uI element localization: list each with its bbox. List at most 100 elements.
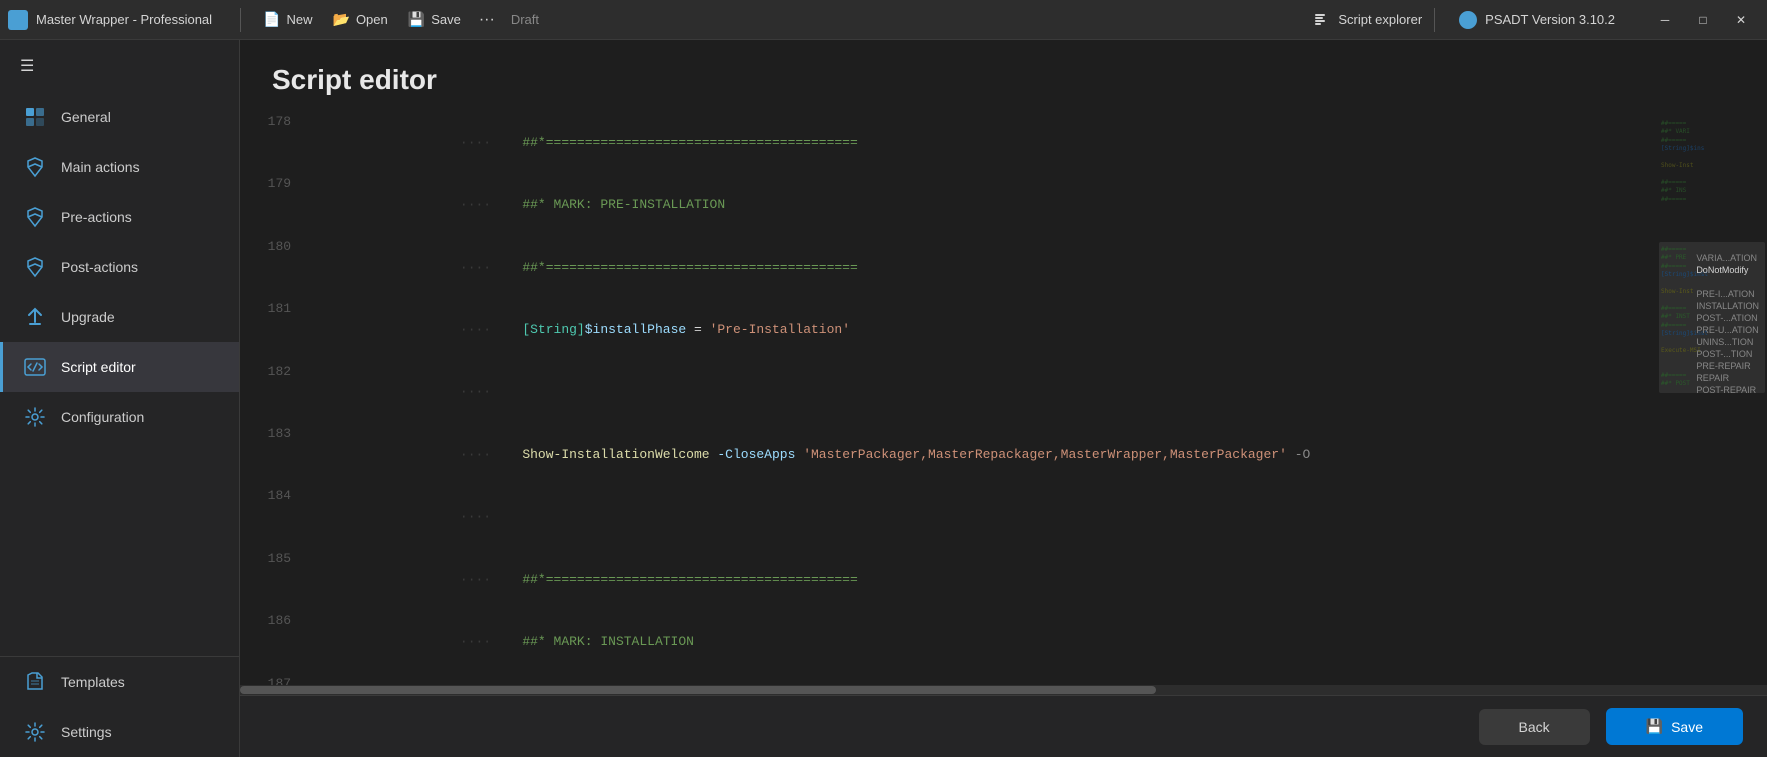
more-button[interactable]: ··· <box>471 7 503 33</box>
line-content[interactable]: ···· ##*================================… <box>327 674 1657 685</box>
footer: Back 💾 Save <box>240 695 1767 757</box>
line-content[interactable]: ···· ##*================================… <box>327 112 1657 174</box>
sidebar: ☰ General Main actions <box>0 40 240 757</box>
script-explorer-icon <box>1314 12 1330 28</box>
sidebar-item-templates[interactable]: Templates <box>0 657 239 707</box>
minimap-label: UNINS...TION <box>1692 336 1763 348</box>
code-operator: = <box>686 322 709 337</box>
sidebar-item-script-editor[interactable]: Script editor <box>0 342 239 392</box>
minimap-labels: VARIA...ATION DoNotModify PRE-I...ATION … <box>1692 252 1763 396</box>
open-button[interactable]: 📂 Open <box>323 7 398 32</box>
templates-label: Templates <box>61 674 125 690</box>
line-number: 180 <box>240 237 307 299</box>
line-content[interactable]: ···· <box>327 486 1657 548</box>
psadt-version-label: PSADT Version 3.10.2 <box>1485 12 1615 27</box>
code-editor[interactable]: 178 ···· ##*============================… <box>240 112 1657 685</box>
sidebar-item-post-actions[interactable]: Post-actions <box>0 242 239 292</box>
main-actions-label: Main actions <box>61 159 140 175</box>
upgrade-label: Upgrade <box>61 309 115 325</box>
line-content[interactable]: ···· ##*================================… <box>327 549 1657 611</box>
horizontal-scrollbar[interactable] <box>240 685 1767 695</box>
code-comment: ##* MARK: PRE-INSTALLATION <box>522 197 725 212</box>
psadt-version: PSADT Version 3.10.2 <box>1447 7 1627 33</box>
table-row: 186 ···· ##* MARK: INSTALLATION <box>240 611 1657 673</box>
table-row: 184 ···· <box>240 486 1657 548</box>
dot-indent: ···· <box>460 322 522 337</box>
line-gutter <box>307 674 327 685</box>
save-toolbar-button[interactable]: 💾 Save <box>398 7 471 32</box>
post-actions-label: Post-actions <box>61 259 138 275</box>
save-toolbar-label: Save <box>431 12 461 27</box>
line-content[interactable]: ···· [String]$installPhase = 'Pre-Instal… <box>327 299 1657 361</box>
sidebar-item-upgrade[interactable]: Upgrade <box>0 292 239 342</box>
line-gutter <box>307 486 327 548</box>
sidebar-item-settings[interactable]: Settings <box>0 707 239 757</box>
minimize-button[interactable]: ─ <box>1647 6 1683 34</box>
general-icon <box>23 106 47 128</box>
minimap-label: POST-REPAIR <box>1692 384 1763 396</box>
titlebar-right: Script explorer PSADT Version 3.10.2 ─ □… <box>1302 6 1759 34</box>
minimap-label: PRE-I...ATION <box>1692 288 1763 300</box>
script-editor-label: Script editor <box>61 359 136 375</box>
line-content[interactable]: ···· ##*================================… <box>327 237 1657 299</box>
script-explorer-button[interactable]: Script explorer <box>1302 8 1435 32</box>
line-gutter <box>307 611 327 673</box>
line-number: 186 <box>240 611 307 673</box>
code-cmd: Show-InstallationWelcome <box>522 447 709 462</box>
minimap: ##=====##* VARI##=====[String]$insShow-I… <box>1657 112 1767 685</box>
scrollbar-thumb[interactable] <box>240 686 1156 694</box>
code-string: 'Pre-Installation' <box>710 322 850 337</box>
line-gutter <box>307 112 327 174</box>
table-row: 183 ···· Show-InstallationWelcome -Close… <box>240 424 1657 486</box>
dot-indent: ···· <box>460 384 522 399</box>
configuration-label: Configuration <box>61 409 144 425</box>
minimap-label: PRE-REPAIR <box>1692 360 1763 372</box>
window-controls: ─ □ ✕ <box>1647 6 1759 34</box>
psadt-icon <box>1459 11 1477 29</box>
line-content[interactable]: ···· Show-InstallationWelcome -CloseApps… <box>327 424 1657 486</box>
post-actions-icon <box>23 256 47 278</box>
new-label: New <box>286 12 312 27</box>
minimap-label: POST-...ATION <box>1692 312 1763 324</box>
table-row: 180 ···· ##*============================… <box>240 237 1657 299</box>
line-number: 183 <box>240 424 307 486</box>
new-button[interactable]: 📄 New <box>253 7 322 32</box>
general-label: General <box>61 109 111 125</box>
line-content[interactable]: ···· ##* MARK: PRE-INSTALLATION <box>327 174 1657 236</box>
line-content[interactable]: ···· <box>327 362 1657 424</box>
sidebar-item-configuration[interactable]: Configuration <box>0 392 239 442</box>
sidebar-item-pre-actions[interactable]: Pre-actions <box>0 192 239 242</box>
minimap-label: REPAIR <box>1692 372 1763 384</box>
line-gutter <box>307 299 327 361</box>
dot-indent: ···· <box>460 634 522 649</box>
templates-icon <box>23 671 47 693</box>
script-editor-icon <box>23 356 47 378</box>
save-button-label: Save <box>1671 719 1703 735</box>
code-table: 178 ···· ##*============================… <box>240 112 1657 685</box>
minimap-code-top: ##=====##* VARI##=====[String]$insShow-I… <box>1657 112 1767 242</box>
hamburger-button[interactable]: ☰ <box>0 40 239 92</box>
table-row: 182 ···· <box>240 362 1657 424</box>
editor-wrapper: 178 ···· ##*============================… <box>240 112 1767 685</box>
close-button[interactable]: ✕ <box>1723 6 1759 34</box>
minimap-label <box>1692 276 1763 288</box>
dot-indent: ···· <box>460 260 522 275</box>
minimap-label: INSTALLATION <box>1692 300 1763 312</box>
table-row: 179 ···· ##* MARK: PRE-INSTALLATION <box>240 174 1657 236</box>
save-button[interactable]: 💾 Save <box>1606 708 1743 745</box>
maximize-button[interactable]: □ <box>1685 6 1721 34</box>
configuration-icon <box>23 406 47 428</box>
line-gutter <box>307 237 327 299</box>
save-button-icon: 💾 <box>1646 718 1663 735</box>
content-header: Script editor <box>240 40 1767 112</box>
line-number: 187 <box>240 674 307 685</box>
back-button[interactable]: Back <box>1479 709 1590 745</box>
pre-actions-icon <box>23 206 47 228</box>
sidebar-item-main-actions[interactable]: Main actions <box>0 142 239 192</box>
line-content[interactable]: ···· ##* MARK: INSTALLATION <box>327 611 1657 673</box>
line-gutter <box>307 424 327 486</box>
upgrade-icon <box>23 306 47 328</box>
sidebar-item-general[interactable]: General <box>0 92 239 142</box>
minimap-label: VARIA...ATION <box>1692 252 1763 264</box>
app-title: Master Wrapper - Professional <box>36 12 212 27</box>
